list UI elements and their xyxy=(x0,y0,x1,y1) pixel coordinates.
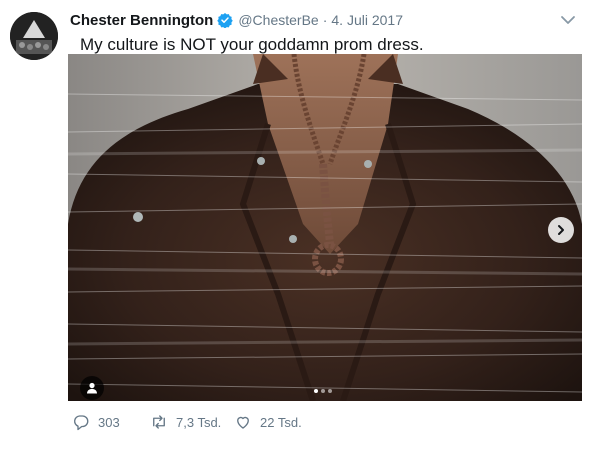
media-page-dot[interactable] xyxy=(328,389,332,393)
tweet[interactable]: Chester Bennington @ChesterBe · 4. Juli … xyxy=(0,0,598,452)
retweet-count: 7,3 Tsd. xyxy=(176,414,222,430)
media-photo xyxy=(68,54,582,401)
media-pagination xyxy=(314,389,332,393)
tweet-media[interactable] xyxy=(68,54,582,401)
verified-badge-icon xyxy=(217,13,234,28)
reply-button[interactable]: 303 xyxy=(72,413,150,431)
tweet-header: Chester Bennington @ChesterBe · 4. Juli … xyxy=(70,10,403,30)
reply-icon xyxy=(74,415,89,431)
like-count: 22 Tsd. xyxy=(260,414,302,430)
next-arrow-icon xyxy=(558,225,564,235)
user-tag-icon xyxy=(87,382,97,394)
media-page-dot[interactable] xyxy=(321,389,325,393)
retweet-button[interactable]: 7,3 Tsd. xyxy=(150,413,234,431)
tweet-actions: 303 7,3 Tsd. 22 Tsd. xyxy=(72,411,302,433)
avatar-image xyxy=(10,12,58,60)
author-name[interactable]: Chester Bennington xyxy=(70,12,213,29)
like-icon xyxy=(237,416,249,429)
author-handle[interactable]: @ChesterBe xyxy=(238,12,318,28)
header-separator: · xyxy=(322,12,328,28)
reply-count: 303 xyxy=(98,414,120,430)
chevron-down-icon[interactable] xyxy=(560,14,576,26)
like-button[interactable]: 22 Tsd. xyxy=(234,413,302,431)
media-page-dot[interactable] xyxy=(314,389,318,393)
media-next-button[interactable] xyxy=(548,217,574,243)
tweet-date[interactable]: 4. Juli 2017 xyxy=(331,12,403,28)
retweet-icon xyxy=(153,415,165,429)
tweet-text: My culture is NOT your goddamn prom dres… xyxy=(80,35,424,54)
user-tag-button[interactable] xyxy=(80,376,104,400)
avatar[interactable] xyxy=(10,12,58,60)
